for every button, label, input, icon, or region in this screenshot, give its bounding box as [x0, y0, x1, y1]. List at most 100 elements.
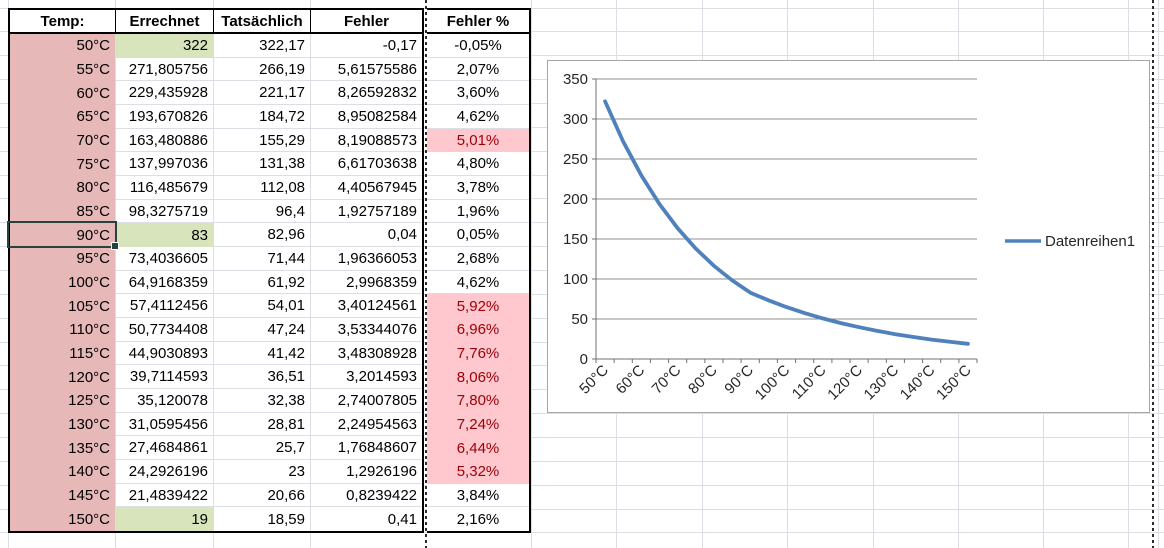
cell-errechnet[interactable]: 44,9030893: [116, 342, 214, 366]
cell-fehler-pct[interactable]: 5,32%: [427, 460, 529, 484]
cell-tatsaechlich[interactable]: 266,19: [214, 58, 311, 82]
header-errechnet[interactable]: Errechnet: [116, 10, 214, 32]
cell-tatsaechlich[interactable]: 41,42: [214, 342, 311, 366]
cell-temp[interactable]: 145°C: [10, 484, 116, 508]
cell-temp[interactable]: 115°C: [10, 342, 116, 366]
cell-temp[interactable]: 135°C: [10, 436, 116, 460]
cell-tatsaechlich[interactable]: 23: [214, 460, 311, 484]
cell-errechnet[interactable]: 27,4684861: [116, 436, 214, 460]
cell-fehler-pct[interactable]: 4,80%: [427, 152, 529, 176]
cell-fehler[interactable]: 8,95082584: [311, 105, 422, 129]
cell-tatsaechlich[interactable]: 82,96: [214, 223, 311, 247]
cell-tatsaechlich[interactable]: 28,81: [214, 413, 311, 437]
cell-tatsaechlich[interactable]: 54,01: [214, 294, 311, 318]
cell-fehler[interactable]: 2,9968359: [311, 271, 422, 295]
cell-fehler-pct[interactable]: 3,84%: [427, 484, 529, 508]
cell-temp[interactable]: 120°C: [10, 365, 116, 389]
cell-tatsaechlich[interactable]: 32,38: [214, 389, 311, 413]
cell-fehler[interactable]: 1,92757189: [311, 200, 422, 224]
cell-temp[interactable]: 70°C: [10, 129, 116, 153]
cell-fehler-pct[interactable]: 7,76%: [427, 342, 529, 366]
cell-errechnet[interactable]: 57,4112456: [116, 294, 214, 318]
cell-fehler[interactable]: 5,61575586: [311, 58, 422, 82]
cell-fehler[interactable]: -0,17: [311, 34, 422, 58]
cell-temp[interactable]: 105°C: [10, 294, 116, 318]
cell-fehler-pct[interactable]: 7,24%: [427, 413, 529, 437]
cell-tatsaechlich[interactable]: 47,24: [214, 318, 311, 342]
cell-fehler[interactable]: 1,76848607: [311, 436, 422, 460]
cell-fehler[interactable]: 2,74007805: [311, 389, 422, 413]
header-temp[interactable]: Temp:: [10, 10, 116, 32]
cell-tatsaechlich[interactable]: 96,4: [214, 200, 311, 224]
cell-tatsaechlich[interactable]: 20,66: [214, 484, 311, 508]
cell-fehler-pct[interactable]: 3,60%: [427, 81, 529, 105]
cell-errechnet[interactable]: 137,997036: [116, 152, 214, 176]
cell-temp[interactable]: 110°C: [10, 318, 116, 342]
cell-fehler[interactable]: 1,96366053: [311, 247, 422, 271]
cell-fehler[interactable]: 0,41: [311, 507, 422, 531]
cell-temp[interactable]: 100°C: [10, 271, 116, 295]
cell-errechnet[interactable]: 193,670826: [116, 105, 214, 129]
cell-fehler[interactable]: 6,61703638: [311, 152, 422, 176]
cell-fehler-pct[interactable]: 5,01%: [427, 129, 529, 153]
cell-errechnet[interactable]: 163,480886: [116, 129, 214, 153]
cell-fehler-pct[interactable]: 8,06%: [427, 365, 529, 389]
cell-fehler-pct[interactable]: 5,92%: [427, 294, 529, 318]
cell-errechnet[interactable]: 98,3275719: [116, 200, 214, 224]
cell-tatsaechlich[interactable]: 112,08: [214, 176, 311, 200]
cell-tatsaechlich[interactable]: 221,17: [214, 81, 311, 105]
cell-errechnet[interactable]: 73,4036605: [116, 247, 214, 271]
cell-fehler-pct[interactable]: 4,62%: [427, 105, 529, 129]
cell-temp[interactable]: 150°C: [10, 507, 116, 531]
cell-errechnet[interactable]: 116,485679: [116, 176, 214, 200]
cell-temp[interactable]: 130°C: [10, 413, 116, 437]
cell-errechnet[interactable]: 271,805756: [116, 58, 214, 82]
cell-temp[interactable]: 125°C: [10, 389, 116, 413]
cell-temp[interactable]: 55°C: [10, 58, 116, 82]
cell-errechnet[interactable]: 21,4839422: [116, 484, 214, 508]
cell-tatsaechlich[interactable]: 71,44: [214, 247, 311, 271]
cell-tatsaechlich[interactable]: 36,51: [214, 365, 311, 389]
cell-fehler-pct[interactable]: -0,05%: [427, 34, 529, 58]
cell-temp[interactable]: 75°C: [10, 152, 116, 176]
cell-fehler-pct[interactable]: 6,96%: [427, 318, 529, 342]
cell-errechnet[interactable]: 35,120078: [116, 389, 214, 413]
cell-fehler-pct[interactable]: 0,05%: [427, 223, 529, 247]
cell-tatsaechlich[interactable]: 184,72: [214, 105, 311, 129]
cell-fehler[interactable]: 0,8239422: [311, 484, 422, 508]
cell-fehler[interactable]: 4,40567945: [311, 176, 422, 200]
cell-fehler[interactable]: 1,2926196: [311, 460, 422, 484]
cell-fehler[interactable]: 8,26592832: [311, 81, 422, 105]
cell-tatsaechlich[interactable]: 61,92: [214, 271, 311, 295]
cell-fehler[interactable]: 0,04: [311, 223, 422, 247]
cell-tatsaechlich[interactable]: 322,17: [214, 34, 311, 58]
cell-tatsaechlich[interactable]: 25,7: [214, 436, 311, 460]
cell-temp[interactable]: 65°C: [10, 105, 116, 129]
cell-fehler-pct[interactable]: 2,07%: [427, 58, 529, 82]
cell-tatsaechlich[interactable]: 155,29: [214, 129, 311, 153]
cell-errechnet[interactable]: 24,2926196: [116, 460, 214, 484]
cell-fehler-pct[interactable]: 1,96%: [427, 200, 529, 224]
cell-temp[interactable]: 95°C: [10, 247, 116, 271]
cell-fehler[interactable]: 3,40124561: [311, 294, 422, 318]
cell-fehler-pct[interactable]: 7,80%: [427, 389, 529, 413]
cell-temp[interactable]: 80°C: [10, 176, 116, 200]
cell-fehler[interactable]: 3,2014593: [311, 365, 422, 389]
cell-errechnet[interactable]: 229,435928: [116, 81, 214, 105]
header-fehler-pct[interactable]: Fehler %: [427, 10, 529, 32]
cell-errechnet[interactable]: 19: [116, 507, 214, 531]
cell-fehler-pct[interactable]: 3,78%: [427, 176, 529, 200]
cell-errechnet[interactable]: 83: [116, 223, 214, 247]
cell-fehler[interactable]: 8,19088573: [311, 129, 422, 153]
chart[interactable]: 05010015020025030035050°C60°C70°C80°C90°…: [547, 60, 1150, 413]
cell-errechnet[interactable]: 31,0595456: [116, 413, 214, 437]
cell-fehler[interactable]: 3,48308928: [311, 342, 422, 366]
cell-temp[interactable]: 50°C: [10, 34, 116, 58]
cell-errechnet[interactable]: 64,9168359: [116, 271, 214, 295]
legend-label[interactable]: Datenreihen1: [1045, 233, 1135, 250]
cell-fehler[interactable]: 3,53344076: [311, 318, 422, 342]
cell-errechnet[interactable]: 50,7734408: [116, 318, 214, 342]
cell-fehler-pct[interactable]: 2,68%: [427, 247, 529, 271]
cell-tatsaechlich[interactable]: 18,59: [214, 507, 311, 531]
cell-fehler-pct[interactable]: 6,44%: [427, 436, 529, 460]
